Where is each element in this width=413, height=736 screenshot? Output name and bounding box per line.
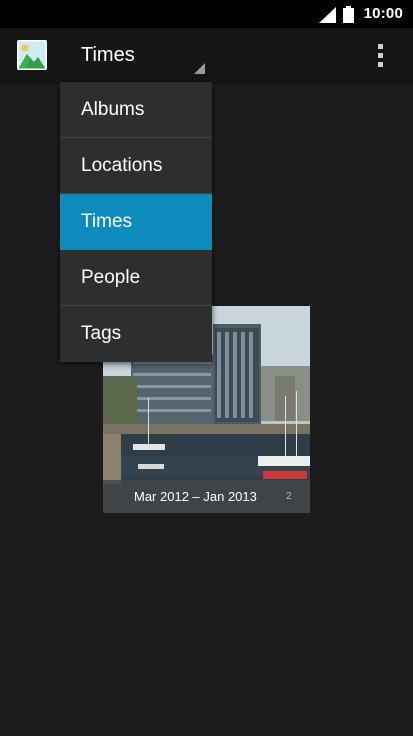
status-bar: 10:00: [0, 0, 413, 28]
battery-icon: [343, 6, 354, 23]
menu-item-tags[interactable]: Tags: [60, 306, 212, 362]
more-vert-icon[interactable]: [370, 40, 390, 72]
gallery-icon[interactable]: [17, 40, 47, 70]
menu-item-people[interactable]: People: [60, 250, 212, 306]
view-dropdown-menu: Albums Locations Times People Tags: [60, 82, 212, 362]
spinner-triangle-icon: [194, 63, 205, 74]
album-caption: Mar 2012 – Jan 2013 2: [103, 480, 310, 513]
menu-item-locations[interactable]: Locations: [60, 138, 212, 194]
signal-icon: [319, 7, 336, 23]
view-spinner[interactable]: Times: [70, 28, 210, 84]
action-bar: Times: [0, 28, 413, 84]
album-count: 2: [286, 491, 292, 502]
menu-item-albums[interactable]: Albums: [60, 82, 212, 138]
menu-item-times[interactable]: Times: [60, 194, 212, 250]
status-time: 10:00: [363, 5, 403, 22]
spinner-label: Times: [81, 44, 135, 66]
album-date-range: Mar 2012 – Jan 2013: [134, 489, 257, 504]
